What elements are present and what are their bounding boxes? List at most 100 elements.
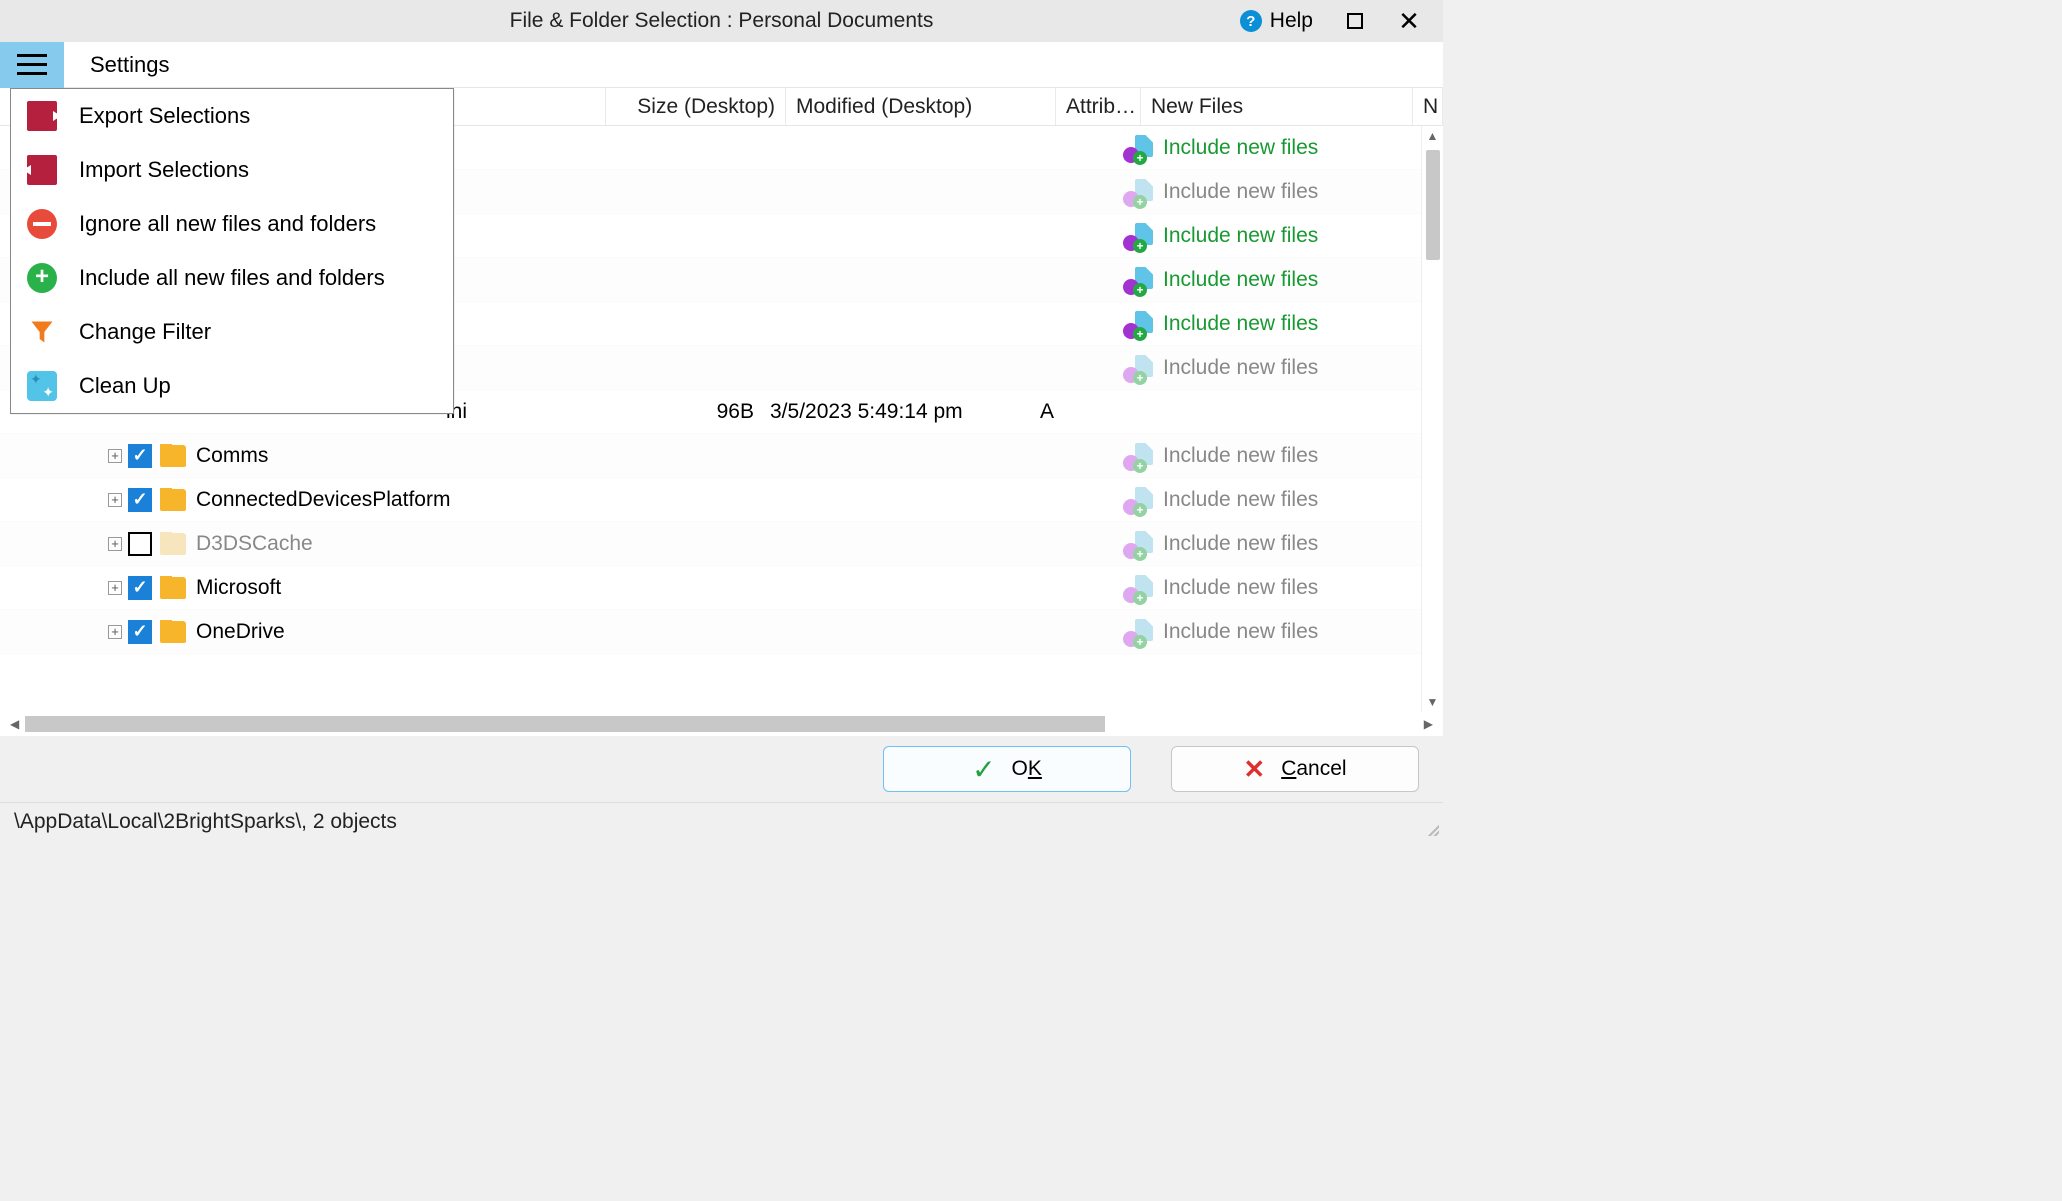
table-row[interactable]: + OneDrive + Include new files [0,610,1421,654]
column-header-new-folders[interactable]: N [1413,88,1443,125]
dialog-buttons: ✓ OK ✕ Cancel [0,736,1443,802]
row-name: OneDrive [196,620,285,644]
horizontal-scrollbar[interactable]: ◀ ▶ [0,712,1443,736]
menu-include-all[interactable]: Include all new files and folders [11,251,453,305]
column-header-new-files[interactable]: New Files [1141,88,1413,125]
status-text: \AppData\Local\2BrightSparks\, 2 objects [14,810,397,834]
folder-icon [160,577,186,599]
help-label: Help [1270,9,1313,33]
column-header-modified[interactable]: Modified (Desktop) [786,88,1056,125]
resize-grip-icon[interactable] [1425,822,1439,836]
cell-size: 96B [584,400,764,424]
expander-icon[interactable]: + [108,625,122,639]
cell-new-files: +Include new files [1119,443,1391,469]
ignore-icon [27,209,57,239]
import-icon [27,155,57,185]
cell-new-files: + Include new files [1119,619,1391,645]
folder-icon [160,445,186,467]
cross-icon: ✕ [1243,754,1265,785]
menu-import-selections[interactable]: Import Selections [11,143,453,197]
expander-icon[interactable]: + [108,581,122,595]
expander-icon[interactable]: + [108,493,122,507]
close-button[interactable]: ✕ [1397,9,1421,33]
cell-new-files: + Include new files [1119,135,1391,161]
scroll-thumb[interactable] [1426,150,1440,260]
new-file-icon: + [1125,223,1153,249]
row-checkbox[interactable] [128,488,152,512]
new-file-icon: + [1125,355,1153,381]
cell-new-files: + Include new files [1119,179,1391,205]
row-checkbox[interactable] [128,620,152,644]
table-row[interactable]: +ConnectedDevicesPlatform+Include new fi… [0,478,1421,522]
new-file-icon: + [1125,487,1153,513]
scroll-down-icon[interactable]: ▼ [1427,692,1439,712]
menu-clean-up[interactable]: Clean Up [11,359,453,413]
expander-icon[interactable]: + [108,537,122,551]
hamburger-menu-button[interactable] [0,42,64,88]
new-file-label[interactable]: Include new files [1163,488,1318,512]
hscroll-thumb[interactable] [25,716,1105,732]
table-row[interactable]: + Comms +Include new files [0,434,1421,478]
table-row[interactable]: +D3DSCache+Include new files [0,522,1421,566]
cell-new-files: + Include new files [1119,531,1391,557]
cleanup-icon [27,371,57,401]
cell-new-files: + Include new files [1119,311,1391,337]
table-row[interactable]: + Microsoft + Include new files [0,566,1421,610]
new-file-label[interactable]: Include new files [1163,312,1318,336]
new-file-label[interactable]: Include new files [1163,532,1318,556]
folder-icon [160,621,186,643]
window-title: File & Folder Selection : Personal Docum… [510,9,934,33]
scroll-right-icon[interactable]: ▶ [1418,717,1439,731]
new-file-label[interactable]: Include new files [1163,180,1318,204]
menu-item-label: Include all new files and folders [79,265,385,291]
row-checkbox[interactable] [128,532,152,556]
menu-item-label: Import Selections [79,157,249,183]
titlebar: File & Folder Selection : Personal Docum… [0,0,1443,42]
expander-icon[interactable]: + [108,449,122,463]
help-button[interactable]: ? Help [1240,9,1313,33]
new-file-label[interactable]: Include new files [1163,136,1318,160]
row-name: Comms [196,444,268,468]
new-file-icon: + [1125,531,1153,557]
hamburger-icon [17,48,47,81]
cell-new-files: + Include new files [1119,355,1391,381]
cancel-button[interactable]: ✕ Cancel [1171,746,1419,792]
settings-button[interactable]: Settings [90,52,170,78]
new-file-icon: + [1125,311,1153,337]
cell-new-files: +Include new files [1119,267,1391,293]
maximize-button[interactable] [1343,9,1367,33]
column-header-size[interactable]: Size (Desktop) [606,88,786,125]
menu-item-label: Clean Up [79,373,171,399]
scroll-up-icon[interactable]: ▲ [1427,126,1439,146]
row-name: Microsoft [196,576,281,600]
new-file-icon: + [1125,179,1153,205]
close-icon: ✕ [1398,8,1420,34]
cell-attrib: A [1034,400,1119,424]
row-checkbox[interactable] [128,444,152,468]
new-file-label[interactable]: Include new files [1163,356,1318,380]
new-file-label[interactable]: Include new files [1163,444,1318,468]
new-file-label[interactable]: Include new files [1163,576,1318,600]
row-checkbox[interactable] [128,576,152,600]
filter-icon [27,317,57,347]
new-file-label[interactable]: Include new files [1163,268,1318,292]
menu-item-label: Ignore all new files and folders [79,211,376,237]
new-file-label[interactable]: Include new files [1163,224,1318,248]
vertical-scrollbar[interactable]: ▲ ▼ [1421,126,1443,712]
new-file-icon: + [1125,135,1153,161]
cell-new-files: + Include new files [1119,575,1391,601]
menu-ignore-all[interactable]: Ignore all new files and folders [11,197,453,251]
toolbar: Settings [0,42,1443,88]
ok-button[interactable]: ✓ OK [883,746,1131,792]
cell-new-files: + Include new files [1119,223,1391,249]
new-file-icon: + [1125,619,1153,645]
column-header-attributes[interactable]: Attrib… [1056,88,1141,125]
new-file-icon: + [1125,575,1153,601]
menu-change-filter[interactable]: Change Filter [11,305,453,359]
menu-export-selections[interactable]: Export Selections [11,89,453,143]
new-file-label[interactable]: Include new files [1163,620,1318,644]
ok-label: OK [1012,757,1042,781]
help-icon: ? [1240,10,1262,32]
menu-item-label: Export Selections [79,103,250,129]
scroll-left-icon[interactable]: ◀ [4,717,25,731]
